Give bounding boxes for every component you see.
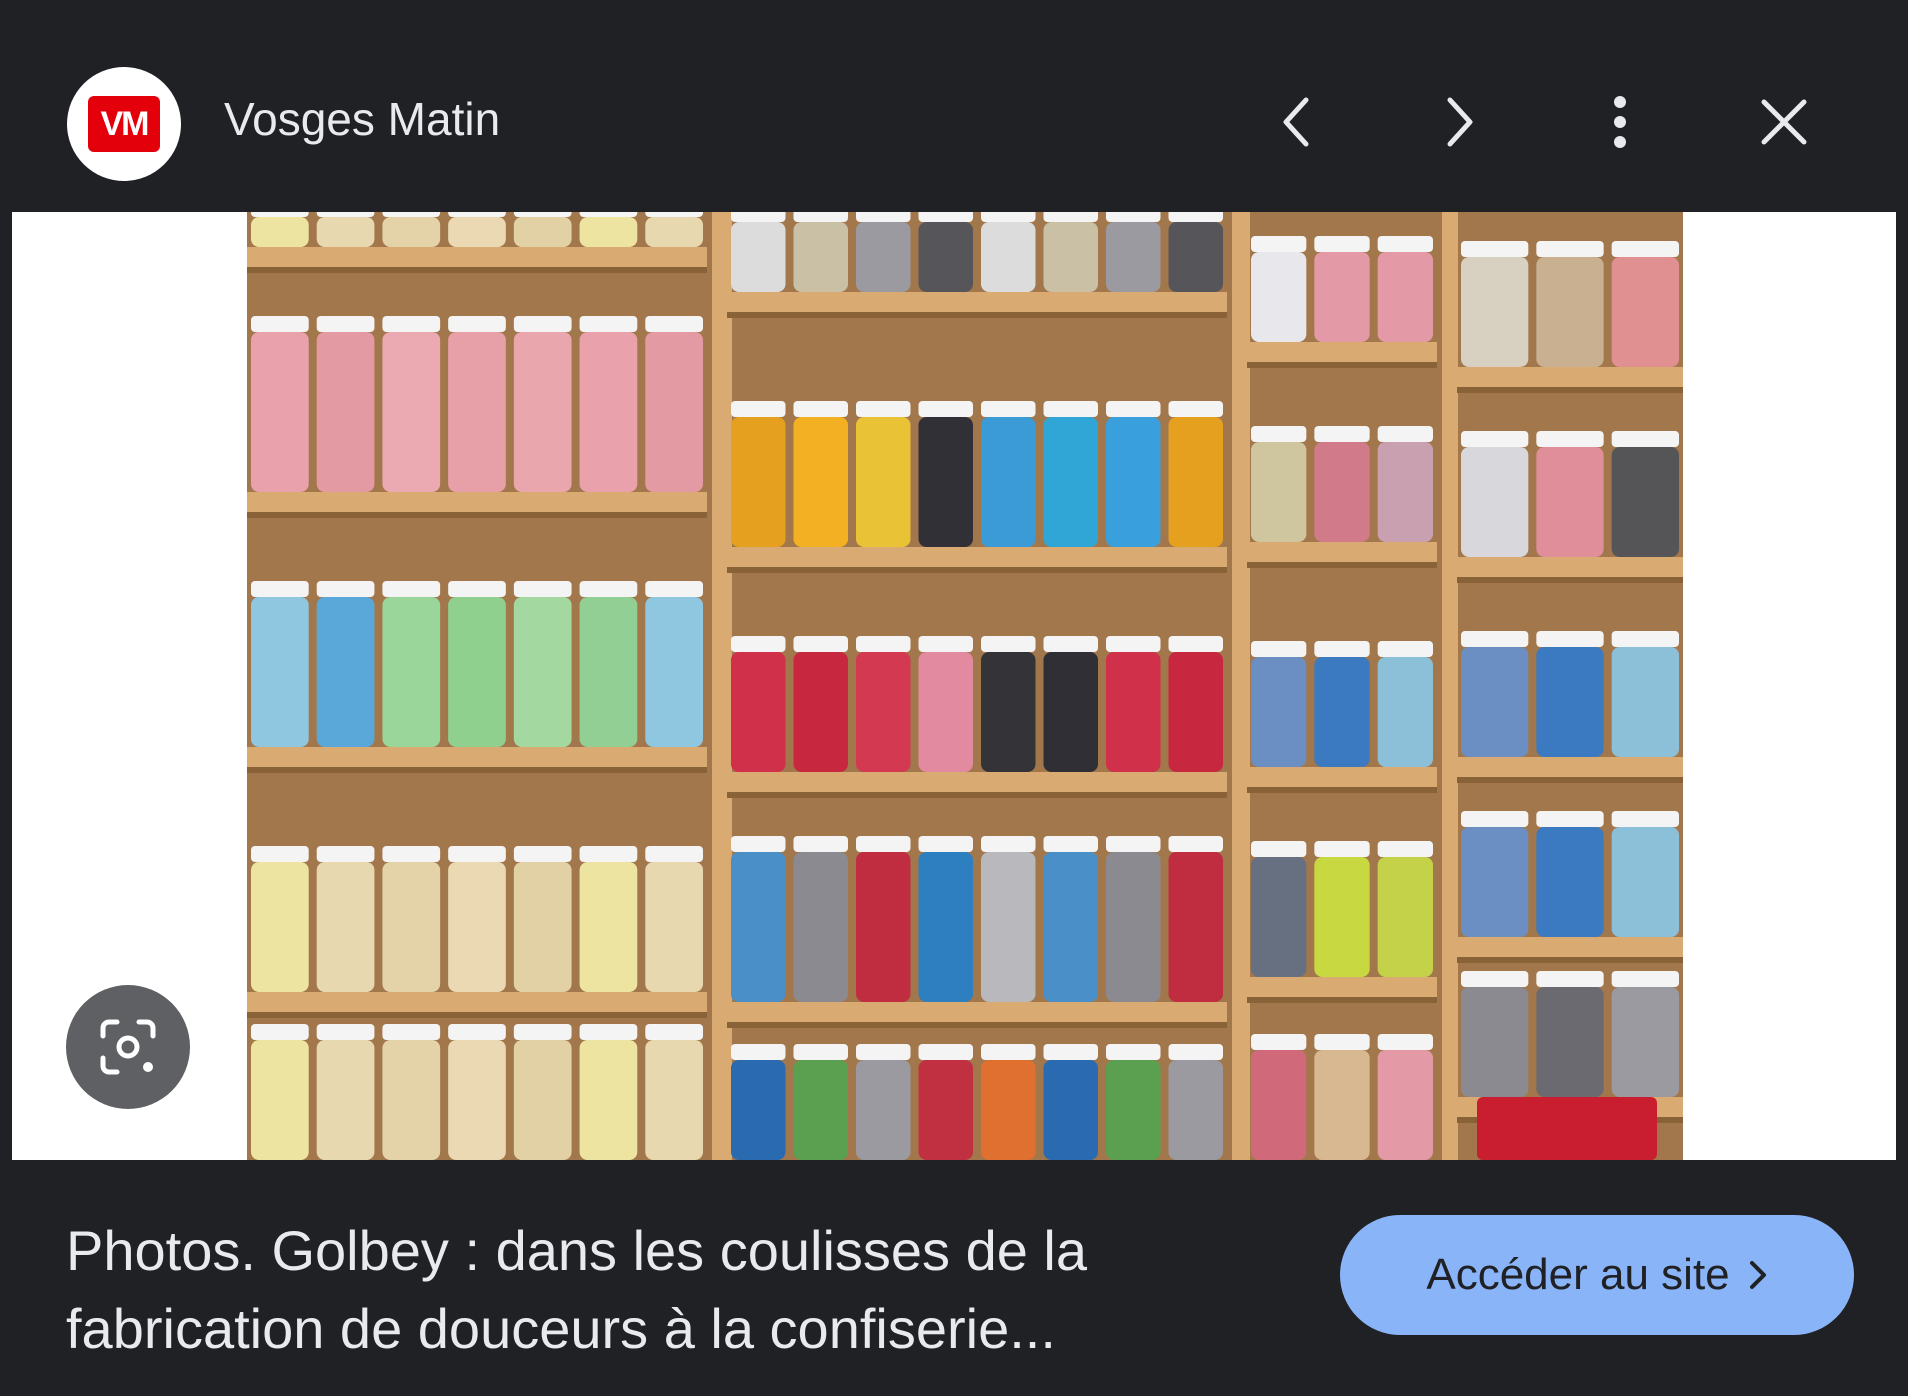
more-vert-icon <box>1614 96 1626 148</box>
more-options-button[interactable] <box>1590 92 1650 152</box>
site-logo-mark: VM <box>88 96 160 152</box>
previous-button[interactable] <box>1266 92 1326 152</box>
close-icon <box>1761 99 1807 145</box>
site-logo[interactable]: VM <box>67 67 181 181</box>
visit-site-button[interactable]: Accéder au site <box>1340 1215 1854 1335</box>
next-button[interactable] <box>1430 92 1490 152</box>
google-lens-button[interactable] <box>66 985 190 1109</box>
close-button[interactable] <box>1754 92 1814 152</box>
chevron-right-icon <box>1749 1261 1766 1289</box>
visit-site-label: Accéder au site <box>1426 1250 1730 1299</box>
candy-shelves-photo <box>247 212 1683 1160</box>
viewer-header: VM Vosges Matin <box>0 0 1908 212</box>
chevron-right-icon <box>1447 97 1473 147</box>
site-name[interactable]: Vosges Matin <box>224 92 500 146</box>
chevron-left-icon <box>1283 97 1309 147</box>
image-preview[interactable] <box>12 212 1896 1160</box>
image-caption[interactable]: Photos. Golbey : dans les coulisses de l… <box>66 1212 1316 1368</box>
lens-icon <box>100 1019 156 1075</box>
